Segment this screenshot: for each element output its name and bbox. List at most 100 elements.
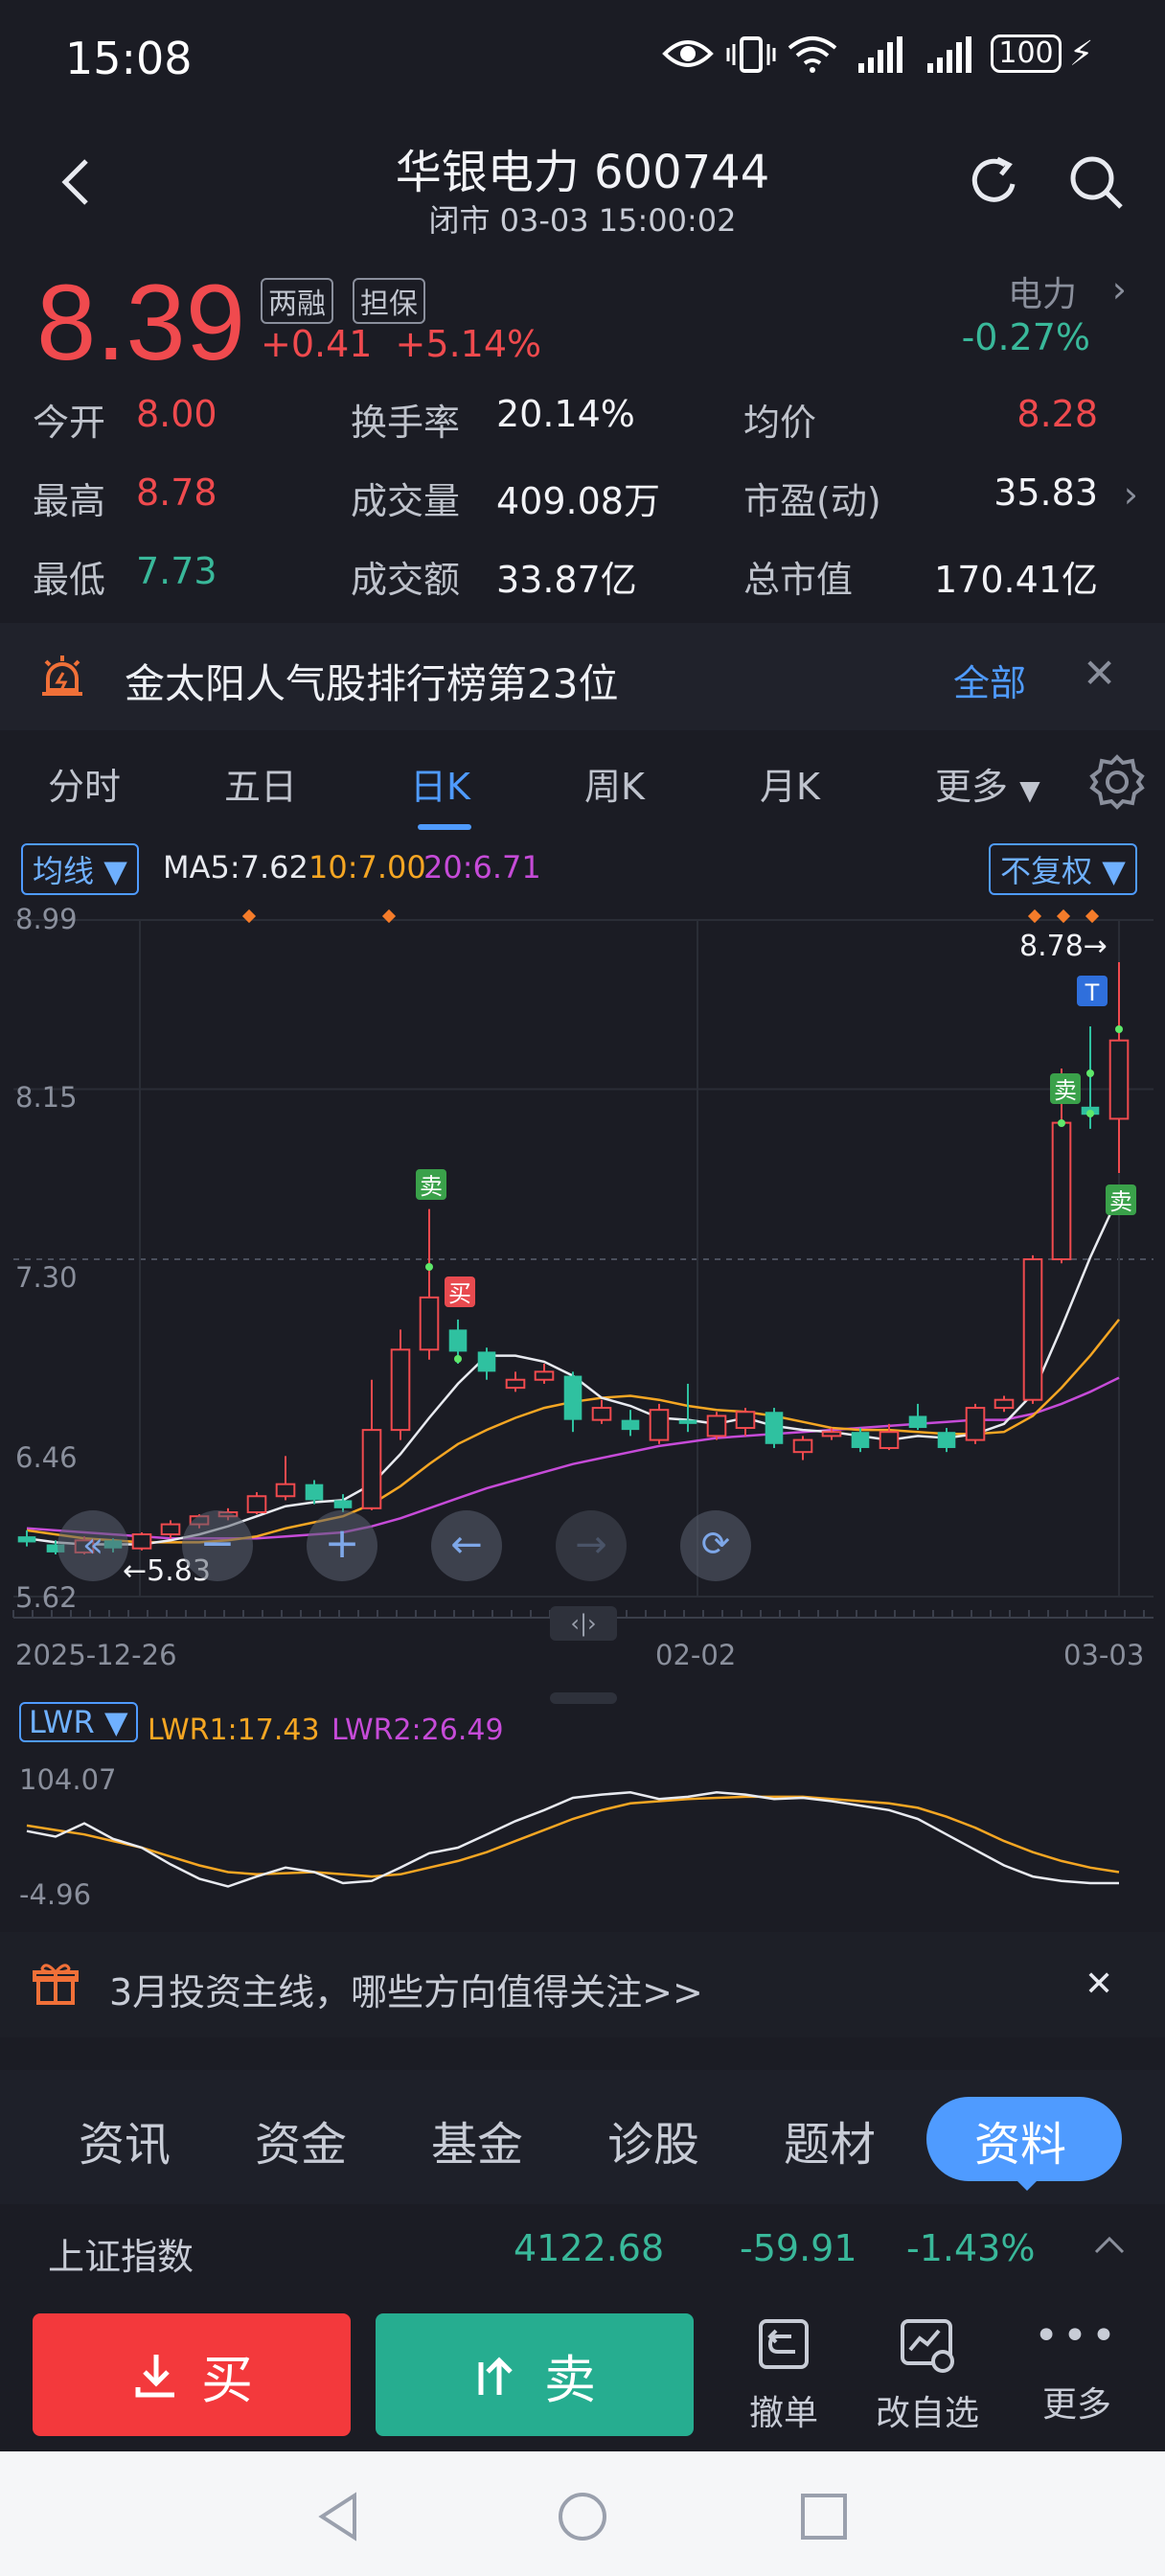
sell-badge: 卖 xyxy=(1106,1184,1136,1215)
candle-body xyxy=(448,1329,468,1352)
nav-home-icon[interactable] xyxy=(556,2490,609,2547)
candle-body xyxy=(131,1533,152,1550)
close-icon[interactable]: ✕ xyxy=(1083,650,1116,697)
candle xyxy=(621,1410,640,1437)
sector-change: -0.27% xyxy=(961,316,1090,358)
charging-icon: ⚡ xyxy=(1069,34,1094,74)
buy-label: 买 xyxy=(201,2349,253,2410)
tab-more-label: 更多 xyxy=(935,766,1009,808)
banner-all-link[interactable]: 全部 xyxy=(953,654,1026,706)
rotate-button[interactable]: ⟳ xyxy=(680,1510,751,1581)
zoom-in-button[interactable]: + xyxy=(307,1510,377,1581)
candle xyxy=(246,1492,267,1515)
volume-label: 成交量 xyxy=(351,480,461,522)
pan-left-button[interactable]: ← xyxy=(431,1510,502,1581)
signal-dot xyxy=(1086,1110,1094,1117)
chevron-up-icon[interactable] xyxy=(1092,2229,1127,2267)
lwr-lines xyxy=(26,1791,1120,1888)
tab-daily-k[interactable]: 日K xyxy=(410,757,470,810)
candle-body xyxy=(1022,1258,1043,1401)
buy-button[interactable]: 买 xyxy=(33,2313,351,2436)
candle-body xyxy=(994,1398,1015,1410)
open-value: 8.00 xyxy=(136,393,217,435)
caret-down-icon: ▼ xyxy=(1019,774,1040,806)
indicator-resize-handle[interactable] xyxy=(550,1692,617,1704)
index-value: 4122.68 xyxy=(514,2227,665,2269)
gear-icon[interactable] xyxy=(1088,753,1146,815)
signal-dot xyxy=(454,1355,462,1363)
pan-right-button[interactable]: → xyxy=(556,1510,627,1581)
tab-news[interactable]: 资讯 xyxy=(79,2106,171,2174)
candle-body xyxy=(419,1296,440,1351)
y-tick: 5.62 xyxy=(15,1581,78,1614)
candle xyxy=(477,1347,496,1380)
zoom-out-button[interactable]: − xyxy=(182,1510,253,1581)
pe-label: 市盈(动) xyxy=(743,480,881,522)
turnover-label: 换手率 xyxy=(351,402,461,444)
tab-diagnosis[interactable]: 诊股 xyxy=(607,2106,699,2174)
tab-profile[interactable]: 资料 xyxy=(974,2106,1066,2174)
sell-badge-text: 卖 xyxy=(1109,1188,1132,1215)
candle xyxy=(390,1329,411,1440)
tab-funds-flow[interactable]: 资金 xyxy=(255,2106,347,2174)
cancel-order-button[interactable]: 撤单 xyxy=(740,2315,828,2435)
signal-dot xyxy=(1115,1025,1123,1033)
close-icon[interactable]: ✕ xyxy=(1085,1965,1113,2004)
high-value: 8.78 xyxy=(136,472,217,514)
active-tab-indicator xyxy=(418,824,471,830)
index-change: -59.91 xyxy=(740,2227,857,2269)
candle xyxy=(735,1408,756,1437)
candle-body xyxy=(17,1536,36,1543)
wifi-icon xyxy=(786,33,839,79)
buy-badge-text: 买 xyxy=(448,1280,471,1307)
tab-fund[interactable]: 基金 xyxy=(431,2106,523,2174)
candle-body xyxy=(621,1419,640,1431)
search-button[interactable] xyxy=(1065,151,1127,213)
sector-link[interactable]: 电力 xyxy=(1008,266,1077,316)
ma5-label: MA5:7.62 xyxy=(163,849,308,886)
rewind-button[interactable]: « xyxy=(57,1510,128,1581)
mcap-value: 170.41亿 xyxy=(934,559,1098,601)
margin-tag: 两融 xyxy=(261,278,333,324)
nav-recents-icon[interactable] xyxy=(799,2492,849,2545)
edit-watchlist-label: 改自选 xyxy=(875,2394,979,2433)
sell-button[interactable]: 卖 xyxy=(376,2313,694,2436)
caret-down-icon: ▼ xyxy=(103,853,127,889)
candle-body xyxy=(591,1407,612,1421)
candle-body xyxy=(1108,1039,1130,1120)
chevron-right-icon[interactable]: › xyxy=(1112,268,1127,310)
tab-five-day[interactable]: 五日 xyxy=(224,757,297,810)
chevron-right-icon[interactable]: › xyxy=(1124,473,1138,516)
banner-text[interactable]: 金太阳人气股排行榜第23位 xyxy=(125,652,618,710)
tab-weekly-k[interactable]: 周K xyxy=(584,757,645,810)
code-icon: ‹|› xyxy=(570,1610,597,1637)
adjust-dropdown[interactable]: 不复权 ▼ xyxy=(989,843,1137,895)
lwr-dropdown[interactable]: LWR ▼ xyxy=(19,1702,138,1742)
chart-resize-handle[interactable]: ‹|› xyxy=(550,1606,617,1641)
minus-icon: − xyxy=(199,1519,236,1568)
lwr-chart[interactable] xyxy=(0,1754,1165,1917)
notice-text[interactable]: 3月投资主线，哪些方向值得关注>> xyxy=(109,1963,703,2015)
candle-body xyxy=(879,1431,900,1449)
refresh-button[interactable] xyxy=(963,151,1024,213)
tab-monthly-k[interactable]: 月K xyxy=(760,757,820,810)
collateral-tag: 担保 xyxy=(353,278,425,324)
nav-back-icon[interactable] xyxy=(312,2490,366,2547)
candle-body xyxy=(965,1407,986,1441)
candle xyxy=(879,1423,900,1451)
more-button[interactable]: ••• 更多 xyxy=(1031,2315,1123,2426)
tab-more[interactable]: 更多 ▼ xyxy=(935,757,1040,810)
candle xyxy=(505,1371,526,1392)
candle xyxy=(160,1520,181,1539)
candle xyxy=(534,1363,555,1384)
edit-watchlist-button[interactable]: 改自选 xyxy=(866,2315,989,2435)
tab-theme[interactable]: 题材 xyxy=(784,2106,876,2174)
caret-down-icon: ▼ xyxy=(103,1704,128,1740)
tab-intraday[interactable]: 分时 xyxy=(48,757,121,810)
sell-badge: 卖 xyxy=(1050,1073,1081,1104)
ma-dropdown[interactable]: 均线 ▼ xyxy=(21,843,139,895)
open-label: 今开 xyxy=(33,402,106,444)
candle xyxy=(706,1412,727,1440)
candle xyxy=(17,1530,36,1547)
high-label: 最高 xyxy=(33,480,106,522)
